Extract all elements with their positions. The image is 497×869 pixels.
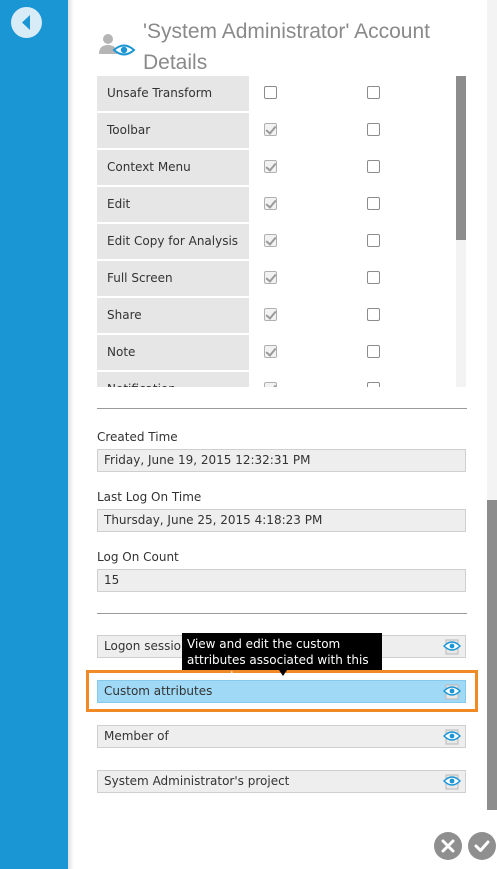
permission-checkbox[interactable] — [367, 197, 380, 210]
sidebar-shadow — [68, 0, 74, 869]
last-logon-field: Thursday, June 25, 2015 4:18:23 PM — [97, 509, 466, 532]
back-arrow-icon — [22, 15, 30, 30]
project-label: System Administrator's project — [104, 774, 290, 788]
created-time-field: Friday, June 19, 2015 12:32:31 PM — [97, 449, 466, 472]
confirm-button[interactable] — [468, 832, 496, 860]
permission-checkbox[interactable] — [367, 160, 380, 173]
page-title: 'System Administrator' Account Details — [143, 20, 430, 74]
highlight-frame — [86, 670, 478, 712]
permission-checkbox[interactable] — [367, 345, 380, 358]
tooltip-arrow — [279, 670, 287, 676]
permission-row: Toolbar — [97, 113, 466, 148]
permission-label: Notification — [97, 372, 249, 387]
permission-checkbox[interactable] — [264, 197, 277, 210]
divider — [97, 613, 467, 614]
member-of-link[interactable]: Member of — [97, 725, 466, 748]
left-sidebar — [0, 0, 68, 869]
created-time-label: Created Time — [97, 430, 178, 444]
back-button[interactable] — [11, 7, 42, 38]
permission-label: Share — [97, 298, 249, 333]
view-details-icon[interactable] — [442, 774, 462, 790]
main-scrollbar-thumb[interactable] — [487, 500, 497, 810]
permission-label: Context Menu — [97, 150, 249, 185]
permission-label: Note — [97, 335, 249, 370]
permissions-table: Unsafe Transform Access Toolbar Context … — [97, 76, 466, 387]
permission-label: Full Screen — [97, 261, 249, 296]
view-details-icon[interactable] — [442, 639, 462, 655]
permission-row: Context Menu — [97, 150, 466, 185]
permission-checkbox[interactable] — [264, 308, 277, 321]
permissions-scrollbar-thumb[interactable] — [456, 76, 466, 240]
permission-row: Edit Copy for Analysis — [97, 224, 466, 259]
permission-checkbox[interactable] — [264, 123, 277, 136]
tooltip: View and edit the custom attributes asso… — [182, 633, 382, 683]
permission-checkbox[interactable] — [367, 123, 380, 136]
permission-checkbox[interactable] — [264, 382, 277, 387]
permission-checkbox[interactable] — [264, 345, 277, 358]
permission-checkbox[interactable] — [367, 86, 380, 99]
project-link[interactable]: System Administrator's project — [97, 770, 466, 793]
close-icon — [441, 839, 455, 853]
permission-row: Share — [97, 298, 466, 333]
logon-count-field: 15 — [97, 569, 466, 592]
last-logon-label: Last Log On Time — [97, 490, 202, 504]
permission-row: Unsafe Transform Access — [97, 76, 466, 135]
user-view-icon — [97, 30, 137, 60]
permission-label: Unsafe Transform Access — [97, 76, 249, 135]
permission-row: Note — [97, 335, 466, 370]
permission-checkbox[interactable] — [367, 271, 380, 284]
logon-count-label: Log On Count — [97, 550, 179, 564]
view-details-icon[interactable] — [442, 729, 462, 745]
check-icon — [474, 840, 490, 852]
permission-row: Notification — [97, 372, 466, 387]
permission-checkbox[interactable] — [264, 271, 277, 284]
permission-label: Edit — [97, 187, 249, 222]
permission-checkbox[interactable] — [264, 234, 277, 247]
permission-checkbox[interactable] — [264, 160, 277, 173]
permission-label: Edit Copy for Analysis — [97, 224, 249, 259]
permission-row: Full Screen — [97, 261, 466, 296]
cancel-button[interactable] — [434, 832, 462, 860]
permission-checkbox[interactable] — [367, 308, 380, 321]
permission-checkbox[interactable] — [264, 86, 277, 99]
permission-label: Toolbar — [97, 113, 249, 148]
member-of-label: Member of — [104, 729, 169, 743]
permission-row: Edit — [97, 187, 466, 222]
divider — [97, 408, 467, 409]
permission-checkbox[interactable] — [367, 234, 380, 247]
permission-checkbox[interactable] — [367, 382, 380, 387]
